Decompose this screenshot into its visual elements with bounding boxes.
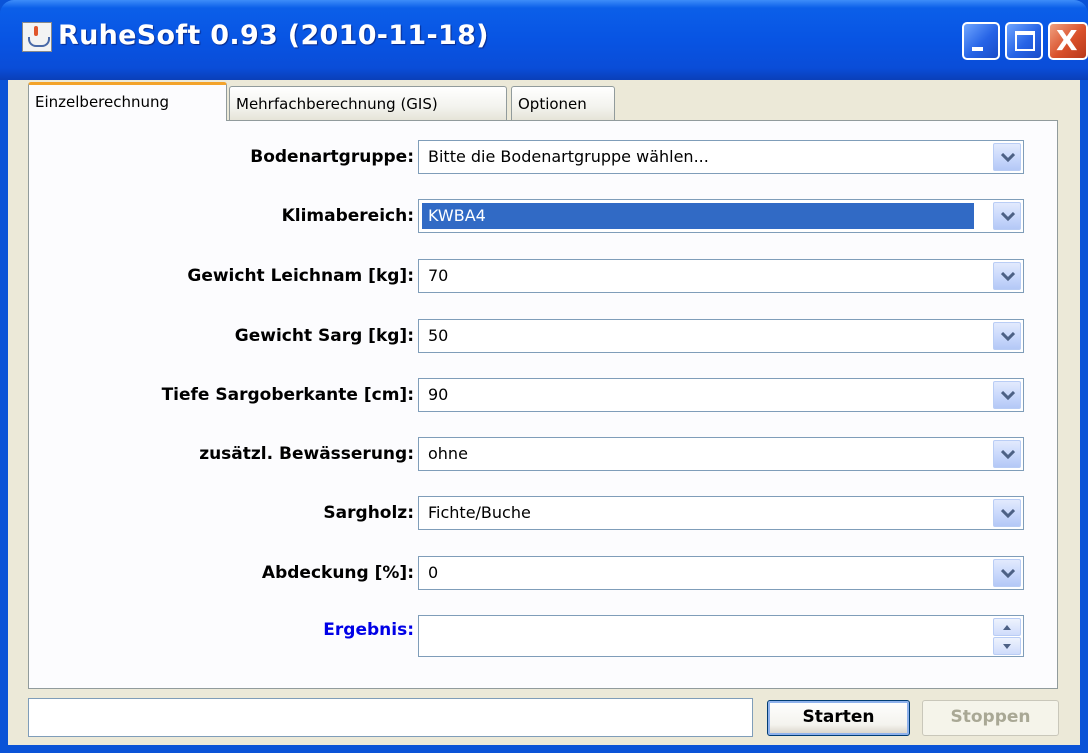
tab-panel-einzelberechnung: Bodenartgruppe: Bitte die Bodenartgruppe… bbox=[28, 120, 1058, 689]
gewicht-leichnam-value: 70 bbox=[428, 266, 449, 285]
maximize-button[interactable] bbox=[1005, 22, 1043, 60]
window-frame-bottom bbox=[0, 745, 1088, 753]
status-field[interactable] bbox=[28, 698, 753, 737]
ergebnis-label: Ergebnis: bbox=[323, 620, 414, 640]
klimabereich-label: Klimabereich: bbox=[281, 206, 414, 226]
bewaesserung-label: zusätzl. Bewässerung: bbox=[199, 444, 414, 464]
application-window: RuheSoft 0.93 (2010-11-18) X Einzelberec… bbox=[0, 0, 1088, 753]
chevron-down-icon[interactable] bbox=[993, 381, 1021, 409]
maximize-icon bbox=[1015, 31, 1035, 51]
start-button[interactable]: Starten bbox=[767, 700, 910, 736]
bewaesserung-dropdown[interactable]: ohne bbox=[418, 437, 1024, 471]
tiefe-sargoberkante-value: 90 bbox=[428, 385, 449, 404]
chevron-down-icon[interactable] bbox=[993, 143, 1021, 171]
minimize-button[interactable] bbox=[962, 22, 1000, 60]
abdeckung-value: 0 bbox=[428, 563, 439, 582]
abdeckung-dropdown[interactable]: 0 bbox=[418, 556, 1024, 590]
gewicht-leichnam-label: Gewicht Leichnam [kg]: bbox=[187, 266, 414, 286]
gewicht-sarg-value: 50 bbox=[428, 326, 449, 345]
bodenartgruppe-dropdown[interactable]: Bitte die Bodenartgruppe wählen... bbox=[418, 140, 1024, 174]
client-area: Einzelberechnung Mehrfachberechnung (GIS… bbox=[8, 80, 1080, 753]
abdeckung-label: Abdeckung [%]: bbox=[261, 563, 414, 583]
chevron-down-icon[interactable] bbox=[993, 499, 1021, 527]
tab-optionen[interactable]: Optionen bbox=[511, 86, 615, 120]
java-cup-icon[interactable] bbox=[22, 22, 52, 52]
tab-mehrfachberechnung[interactable]: Mehrfachberechnung (GIS) bbox=[229, 86, 507, 120]
stop-button[interactable]: Stoppen bbox=[922, 700, 1059, 736]
bodenartgruppe-label: Bodenartgruppe: bbox=[250, 147, 414, 167]
spin-up-icon[interactable] bbox=[993, 618, 1021, 636]
sargholz-value: Fichte/Buche bbox=[428, 503, 531, 522]
bodenartgruppe-value: Bitte die Bodenartgruppe wählen... bbox=[428, 147, 709, 166]
gewicht-sarg-dropdown[interactable]: 50 bbox=[418, 319, 1024, 353]
spin-down-icon[interactable] bbox=[993, 637, 1021, 655]
close-button[interactable]: X bbox=[1048, 22, 1088, 60]
gewicht-sarg-label: Gewicht Sarg [kg]: bbox=[234, 326, 414, 346]
chevron-down-icon[interactable] bbox=[993, 262, 1021, 290]
sargholz-dropdown[interactable]: Fichte/Buche bbox=[418, 496, 1024, 530]
klimabereich-value: KWBA4 bbox=[422, 203, 974, 229]
title-bar[interactable]: RuheSoft 0.93 (2010-11-18) X bbox=[0, 0, 1088, 80]
bewaesserung-value: ohne bbox=[428, 444, 468, 463]
ergebnis-spinner[interactable] bbox=[418, 615, 1024, 657]
tiefe-sargoberkante-dropdown[interactable]: 90 bbox=[418, 378, 1024, 412]
close-icon: X bbox=[1056, 24, 1078, 57]
chevron-down-icon[interactable] bbox=[993, 559, 1021, 587]
sargholz-label: Sargholz: bbox=[323, 503, 414, 523]
minimize-icon bbox=[972, 47, 983, 51]
tiefe-sargoberkante-label: Tiefe Sargoberkante [cm]: bbox=[161, 385, 414, 405]
klimabereich-dropdown[interactable]: KWBA4 bbox=[418, 199, 1024, 233]
window-title: RuheSoft 0.93 (2010-11-18) bbox=[58, 20, 489, 51]
chevron-down-icon[interactable] bbox=[993, 322, 1021, 350]
chevron-down-icon[interactable] bbox=[993, 440, 1021, 468]
gewicht-leichnam-dropdown[interactable]: 70 bbox=[418, 259, 1024, 293]
tab-einzelberechnung[interactable]: Einzelberechnung bbox=[28, 82, 227, 121]
chevron-down-icon[interactable] bbox=[993, 202, 1021, 230]
